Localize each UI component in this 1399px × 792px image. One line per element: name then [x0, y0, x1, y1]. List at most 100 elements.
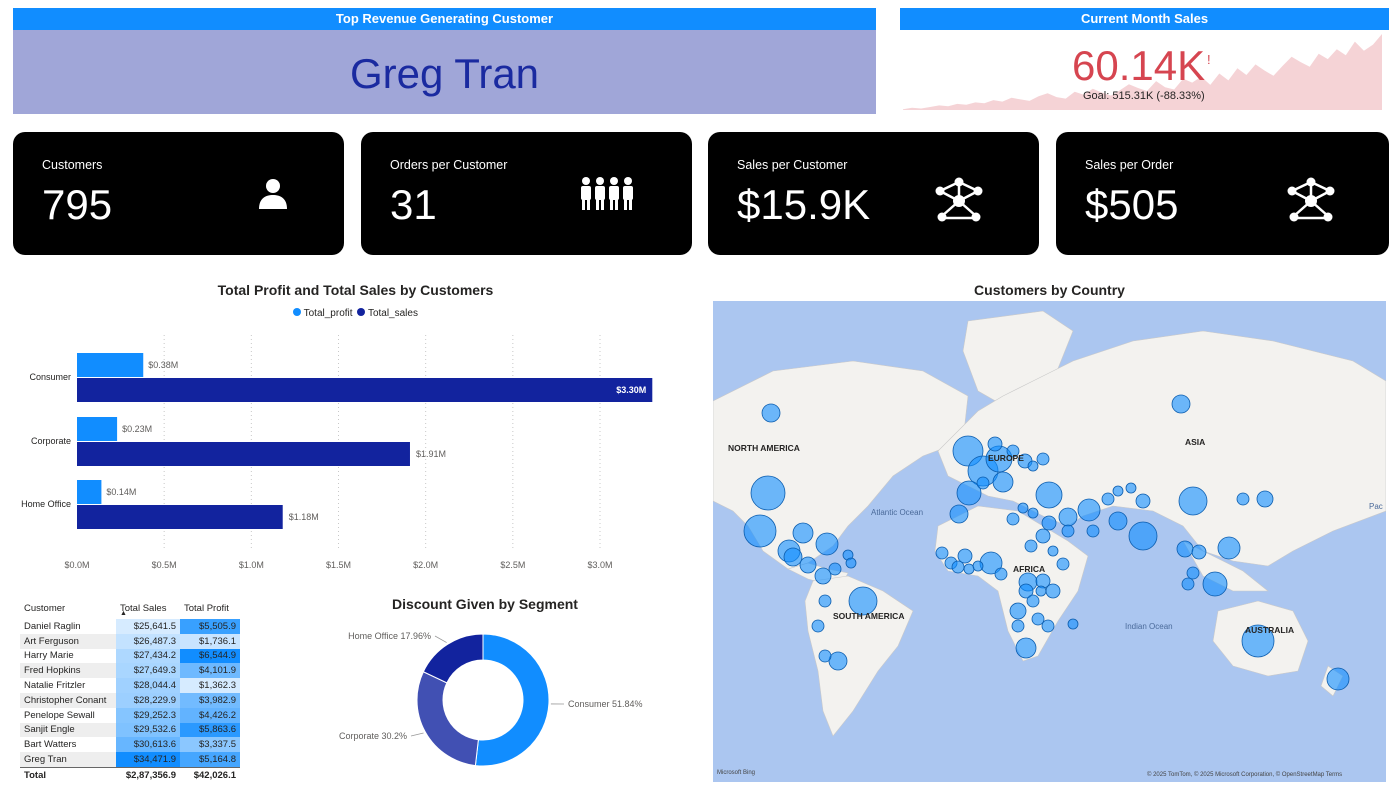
country-bubble[interactable]	[1015, 637, 1037, 659]
country-bubble[interactable]	[845, 557, 857, 569]
country-bubble[interactable]	[1108, 511, 1128, 531]
cell-total-sales: $28,044.4	[116, 678, 180, 693]
table-row[interactable]: Fred Hopkins $27,649.3 $4,101.9	[20, 663, 240, 679]
country-bubble[interactable]	[1202, 571, 1228, 597]
bar-sales[interactable]	[77, 505, 283, 529]
table-row[interactable]: Harry Marie $27,434.2 $6,544.9	[20, 648, 240, 664]
country-bubble[interactable]	[1178, 486, 1208, 516]
country-bubble[interactable]	[949, 504, 969, 524]
country-bubble[interactable]	[1035, 585, 1047, 597]
customers-map[interactable]: NORTH AMERICA EUROPE ASIA AFRICA SOUTH A…	[713, 301, 1386, 782]
country-bubble[interactable]	[815, 532, 839, 556]
country-bubble[interactable]	[1047, 545, 1059, 557]
country-bubble[interactable]	[1026, 594, 1040, 608]
x-tick-label: $3.0M	[587, 560, 612, 570]
country-bubble[interactable]	[828, 651, 848, 671]
country-bubble[interactable]	[1086, 524, 1100, 538]
country-bubble[interactable]	[1186, 566, 1200, 580]
country-bubble[interactable]	[1041, 619, 1055, 633]
country-bubble[interactable]	[814, 567, 832, 585]
bar-profit[interactable]	[77, 353, 144, 377]
country-bubble[interactable]	[1006, 512, 1020, 526]
country-bubble[interactable]	[1027, 507, 1039, 519]
map-label-europe: EUROPE	[988, 453, 1024, 463]
country-bubble[interactable]	[743, 514, 777, 548]
cell-customer: Art Ferguson	[20, 633, 116, 649]
map-label-africa: AFRICA	[1013, 564, 1045, 574]
table-row[interactable]: Christopher Conant $28,229.9 $3,982.9	[20, 692, 240, 708]
country-bubble[interactable]	[1128, 521, 1158, 551]
country-bubble[interactable]	[992, 471, 1014, 493]
country-bubble[interactable]	[987, 436, 1003, 452]
table-row[interactable]: Sanjit Engle $29,532.6 $5,863.6	[20, 722, 240, 738]
table-row[interactable]: Greg Tran $34,471.9 $5,164.8	[20, 752, 240, 768]
table-row[interactable]: Daniel Raglin $25,641.5 $5,505.9	[20, 619, 240, 634]
country-bubble[interactable]	[783, 547, 803, 567]
country-bubble[interactable]	[1236, 492, 1250, 506]
country-bubble[interactable]	[1041, 515, 1057, 531]
country-bubble[interactable]	[1181, 577, 1195, 591]
country-bubble[interactable]	[957, 548, 973, 564]
country-bubble[interactable]	[818, 649, 832, 663]
cell-customer: Greg Tran	[20, 752, 116, 768]
bar-profit[interactable]	[77, 480, 102, 504]
legend-dot-sales	[357, 308, 366, 316]
kpi-label: Sales per Customer	[737, 158, 848, 172]
country-bubble[interactable]	[1326, 667, 1350, 691]
country-bubble[interactable]	[828, 562, 842, 576]
country-bubble[interactable]	[1058, 507, 1078, 527]
country-bubble[interactable]	[1031, 612, 1045, 626]
bar-profit[interactable]	[77, 417, 118, 441]
country-bubble[interactable]	[792, 522, 814, 544]
country-bubble[interactable]	[1009, 602, 1027, 620]
country-bubble[interactable]	[1256, 490, 1274, 508]
country-bubble[interactable]	[811, 619, 825, 633]
cell-total-profit: $1,736.1	[180, 633, 240, 649]
country-bubble[interactable]	[1217, 536, 1241, 560]
country-bubble[interactable]	[1035, 481, 1063, 509]
col-header-customer[interactable]: Customer	[20, 597, 116, 619]
country-bubble[interactable]	[1035, 528, 1051, 544]
country-bubble[interactable]	[994, 567, 1008, 581]
country-bubble[interactable]	[1112, 485, 1124, 497]
table-row[interactable]: Art Ferguson $26,487.3 $1,736.1	[20, 633, 240, 649]
table-row[interactable]: Natalie Fritzler $28,044.4 $1,362.3	[20, 678, 240, 693]
country-bubble[interactable]	[1017, 502, 1029, 514]
country-bubble[interactable]	[1176, 540, 1194, 558]
country-bubble[interactable]	[951, 560, 965, 574]
bar-sales[interactable]	[77, 378, 653, 402]
country-bubble[interactable]	[761, 403, 781, 423]
country-bubble[interactable]	[1036, 452, 1050, 466]
donut-slice[interactable]	[416, 671, 479, 767]
country-bubble[interactable]	[1027, 460, 1039, 472]
cell-total-sales: $27,649.3	[116, 663, 180, 679]
donut-slice[interactable]	[474, 633, 550, 767]
country-bubble[interactable]	[1125, 482, 1137, 494]
country-bubble[interactable]	[963, 563, 975, 575]
country-bubble[interactable]	[1077, 498, 1101, 522]
country-bubble[interactable]	[1056, 557, 1070, 571]
cell-total-sales: $26,487.3	[116, 633, 180, 649]
cell-customer: Fred Hopkins	[20, 663, 116, 679]
country-bubble[interactable]	[1061, 524, 1075, 538]
country-bubble[interactable]	[818, 594, 832, 608]
country-bubble[interactable]	[750, 475, 786, 511]
col-header-total-profit[interactable]: Total Profit	[180, 597, 240, 619]
country-bubble[interactable]	[935, 546, 949, 560]
bar-sales[interactable]	[77, 442, 410, 466]
country-bubble[interactable]	[1067, 618, 1079, 630]
table-row[interactable]: Bart Watters $30,613.6 $3,337.5	[20, 737, 240, 753]
country-bubble[interactable]	[976, 476, 990, 490]
map-attribution[interactable]: © 2025 TomTom, © 2025 Microsoft Corporat…	[1147, 771, 1342, 778]
donut-slice[interactable]	[422, 633, 484, 684]
country-bubble[interactable]	[1171, 394, 1191, 414]
country-bubble[interactable]	[972, 560, 984, 572]
country-bubble[interactable]	[799, 556, 817, 574]
country-bubble[interactable]	[1024, 539, 1038, 553]
country-bubble[interactable]	[1191, 544, 1207, 560]
country-bubble[interactable]	[1011, 619, 1025, 633]
country-bubble[interactable]	[1101, 492, 1115, 506]
table-row[interactable]: Penelope Sewall $29,252.3 $4,426.2	[20, 707, 240, 723]
country-bubble[interactable]	[1045, 583, 1061, 599]
country-bubble[interactable]	[1135, 493, 1151, 509]
